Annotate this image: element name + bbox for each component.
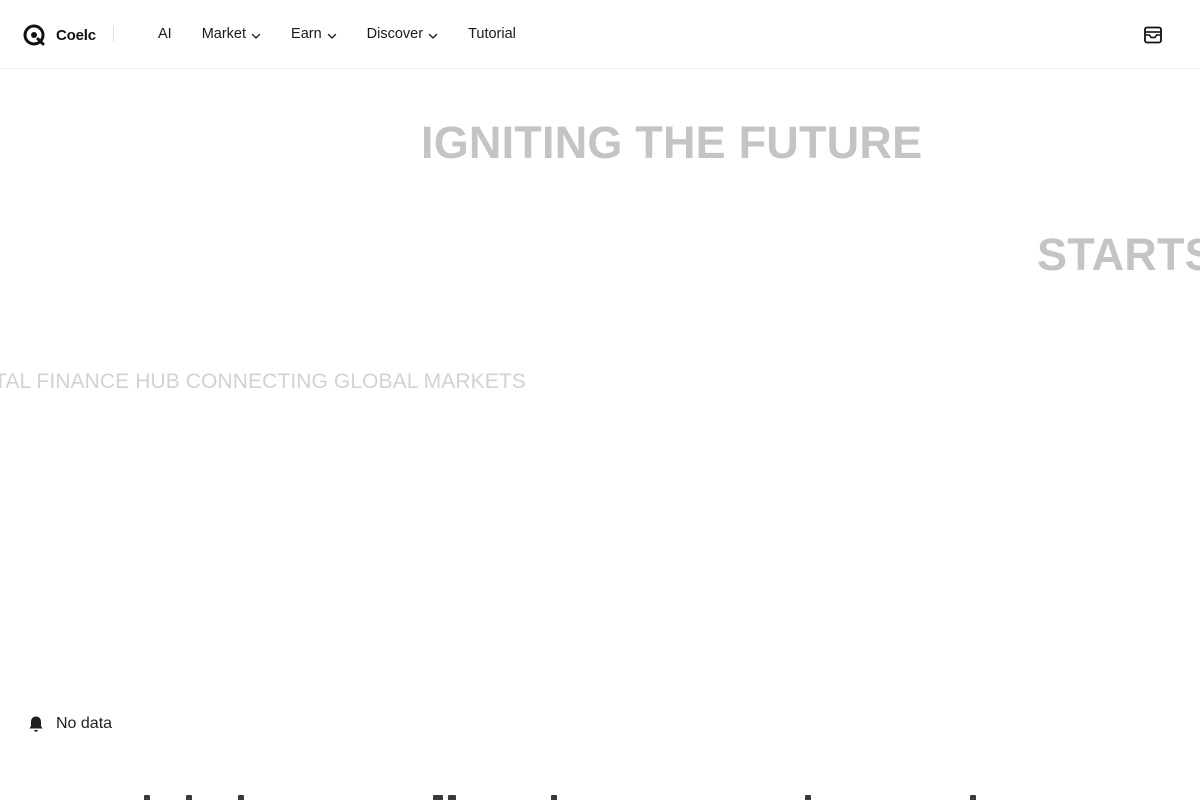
cut-off-glyph bbox=[186, 795, 192, 800]
cut-off-glyph bbox=[970, 795, 976, 800]
chevron-down-icon bbox=[251, 29, 261, 39]
nav-item-label: Discover bbox=[366, 26, 424, 42]
nav-item-earn[interactable]: Earn bbox=[291, 26, 337, 42]
brand-name: Coelc bbox=[56, 26, 96, 44]
ticker-text: No data bbox=[56, 715, 113, 732]
chevron-down-icon bbox=[327, 29, 337, 39]
main-nav: AI Market Earn Discover Tutorial bbox=[158, 24, 546, 44]
nav-item-label: Tutorial bbox=[468, 26, 516, 42]
coelc-logo-icon bbox=[22, 23, 46, 47]
announcement-ticker[interactable]: No data bbox=[26, 713, 112, 735]
brand-logo-link[interactable]: Coelc bbox=[22, 22, 96, 48]
cut-off-glyph bbox=[433, 795, 443, 800]
bell-icon bbox=[26, 714, 46, 734]
hero-subtitle-marquee: TAL FINANCE HUB CONNECTING GLOBAL MARKET… bbox=[0, 370, 526, 393]
top-navigation-bar: Coelc AI Market Earn Discover Tutorial bbox=[0, 0, 1200, 69]
hero-headline-line-2: STARTS bbox=[1037, 229, 1200, 280]
nav-item-tutorial[interactable]: Tutorial bbox=[468, 26, 516, 42]
nav-item-label: AI bbox=[158, 26, 172, 42]
logo-divider bbox=[113, 26, 114, 42]
inbox-icon bbox=[1142, 26, 1164, 50]
inbox-button[interactable] bbox=[1142, 24, 1164, 46]
nav-item-ai[interactable]: AI bbox=[158, 26, 172, 42]
hero-headline-line-1: IGNITING THE FUTURE bbox=[421, 117, 923, 168]
nav-item-label: Market bbox=[201, 26, 247, 42]
chevron-down-icon bbox=[428, 29, 438, 39]
nav-item-label: Earn bbox=[291, 26, 322, 42]
nav-item-market[interactable]: Market bbox=[202, 26, 261, 42]
cut-off-glyph bbox=[805, 795, 811, 800]
cut-off-glyph bbox=[551, 795, 557, 800]
cut-off-glyph bbox=[448, 795, 456, 800]
cut-off-glyph bbox=[238, 795, 244, 800]
cut-off-glyph bbox=[144, 795, 150, 800]
page: Coelc AI Market Earn Discover Tutorial I… bbox=[0, 0, 1200, 800]
nav-item-discover[interactable]: Discover bbox=[367, 26, 438, 42]
cut-off-content-row bbox=[0, 795, 1200, 800]
